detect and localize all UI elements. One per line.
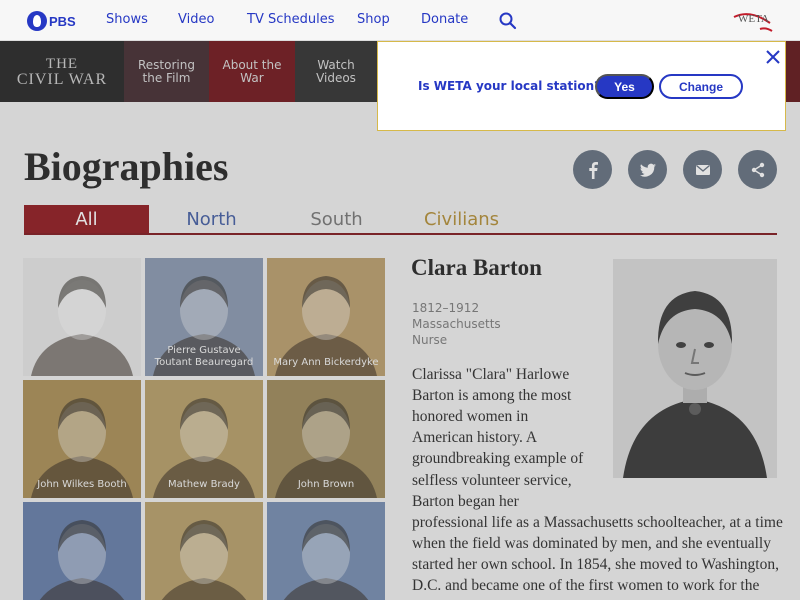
email-share-button[interactable]: [683, 150, 722, 189]
biography-state: Massachusetts: [412, 317, 501, 331]
subnav-partial-item: [786, 41, 800, 102]
biography-tile[interactable]: John Wilkes Booth: [23, 380, 141, 498]
station-prompt: Is WETA your local station? Yes Change: [377, 41, 786, 131]
nav-donate[interactable]: Donate: [421, 12, 468, 27]
biography-text-line: Clarissa "Clara" Harlowe: [412, 366, 570, 383]
subnav-label: Watch Videos: [316, 57, 356, 85]
biography-text-line: honored women in: [412, 408, 529, 426]
biography-tile[interactable]: Mary Ann Bickerdyke: [267, 258, 385, 376]
biography-grid: Pierre Gustave Toutant Beauregard Mary An…: [23, 258, 386, 600]
biography-tile[interactable]: John Caldwell: [145, 502, 263, 600]
clara-barton-photo: [613, 259, 777, 478]
biography-tile-caption: John Wilkes Booth: [37, 479, 127, 490]
pbs-logo-text: PBS: [49, 13, 76, 29]
portrait-image: [23, 258, 141, 376]
brand-line-2: CIVIL WAR: [16, 70, 108, 88]
biography-tile[interactable]: Pierre Gustave Toutant Beauregard: [145, 258, 263, 376]
subnav-label: About the War: [222, 57, 282, 85]
biography-text-line: American history. A: [412, 429, 538, 447]
weta-logo-text: WETA: [738, 13, 769, 25]
station-question: Is WETA your local station?: [418, 79, 602, 93]
biography-years: 1812–1912: [412, 301, 480, 315]
change-button[interactable]: Change: [659, 74, 743, 99]
biography-text-line: Barton is among the most: [412, 387, 572, 405]
biography-portrait: [613, 259, 777, 478]
pbs-topbar: PBS Shows Video TV Schedules Shop Donate…: [0, 0, 800, 41]
portrait-image: [23, 502, 141, 600]
nav-shop[interactable]: Shop: [357, 12, 390, 27]
biography-text-line: selfless volunteer service,: [412, 471, 572, 489]
biography-text-line: Barton began her: [412, 492, 519, 510]
portrait-image: [145, 502, 263, 600]
pbs-head-icon: [27, 11, 47, 31]
brand-line-1: THE: [45, 55, 79, 72]
pbs-logo[interactable]: PBS: [27, 10, 76, 32]
weta-station-logo[interactable]: WETA: [730, 11, 774, 33]
civil-war-brand[interactable]: THE CIVIL WAR: [0, 41, 124, 102]
biography-tile[interactable]: [23, 258, 141, 376]
biography-tile[interactable]: Mathew Brady: [145, 380, 263, 498]
tab-civilians[interactable]: Civilians: [399, 205, 524, 233]
biography-tile-caption: Pierre Gustave Toutant Beauregard: [154, 345, 254, 368]
tab-north[interactable]: North: [149, 205, 274, 233]
biography-name: Clara Barton: [411, 255, 542, 280]
nav-video[interactable]: Video: [178, 12, 214, 27]
facebook-share-button[interactable]: [573, 150, 612, 189]
facebook-icon: [588, 161, 598, 179]
share-button[interactable]: [738, 150, 777, 189]
biography-tile-caption: Mathew Brady: [168, 479, 240, 490]
close-icon[interactable]: [765, 49, 781, 65]
biography-text-line: when the field was dominated by men, and…: [412, 534, 771, 552]
nav-tv-schedules[interactable]: TV Schedules: [247, 12, 334, 27]
biography-tile-caption: John Brown: [297, 479, 355, 490]
tab-all[interactable]: All: [24, 205, 149, 233]
email-icon: [695, 164, 710, 175]
biography-text-line: D.C. and became one of the first women t…: [412, 577, 760, 594]
biography-tile-caption: Mary Ann Bickerdyke: [273, 357, 379, 368]
subnav-watch-videos[interactable]: Watch Videos: [295, 41, 377, 102]
biography-text-line: groundbreaking example of: [412, 450, 584, 468]
subnav-label: Restoring the Film: [138, 57, 195, 85]
biography-filter-tabs: All North South Civilians: [24, 205, 777, 235]
biography-role: Nurse: [412, 333, 448, 347]
biography-tile[interactable]: Joshua Lawrence: [267, 502, 385, 600]
biography-text-line: professional life as a Massachusetts sch…: [412, 513, 783, 531]
subnav-restoring-the-film[interactable]: Restoring the Film: [124, 41, 209, 102]
biography-tile[interactable]: [23, 502, 141, 600]
twitter-share-button[interactable]: [628, 150, 667, 189]
nav-shows[interactable]: Shows: [106, 12, 148, 27]
page-title: Biographies: [24, 144, 229, 189]
yes-button[interactable]: Yes: [595, 74, 654, 99]
tab-south[interactable]: South: [274, 205, 399, 233]
share-icon: [751, 162, 764, 177]
biography-text-line: started her own school. In 1854, she mov…: [412, 555, 779, 573]
subnav-about-the-war[interactable]: About the War: [209, 41, 295, 102]
biography-tile[interactable]: John Brown: [267, 380, 385, 498]
search-icon[interactable]: [498, 11, 518, 31]
twitter-icon: [639, 163, 656, 177]
portrait-image: [267, 502, 385, 600]
